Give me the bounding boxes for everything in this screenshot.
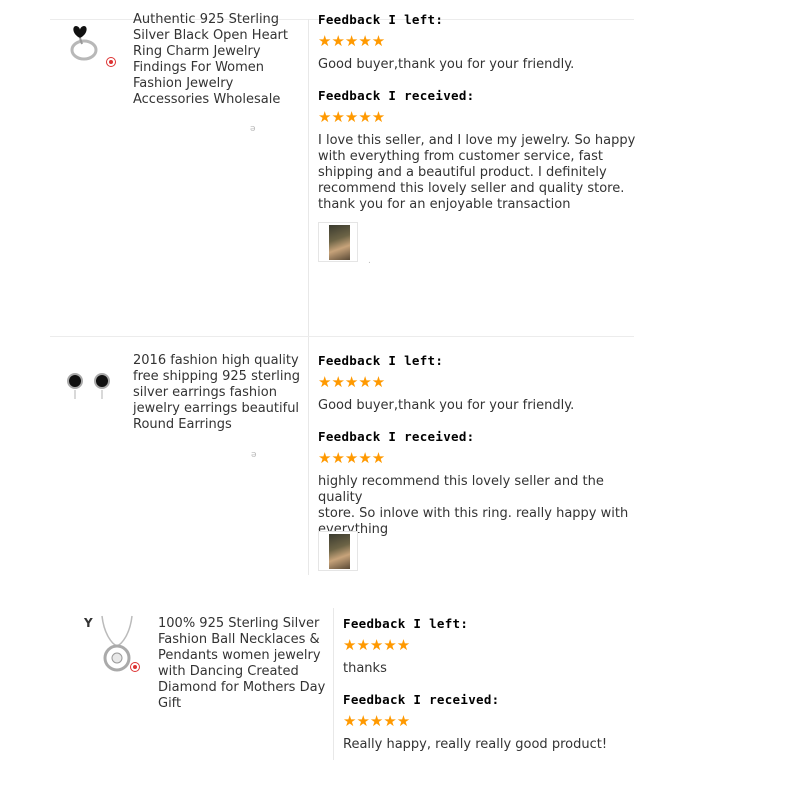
product-thumbnail-ring[interactable] [62, 18, 112, 68]
feedback-received-label: Feedback I received: [318, 88, 475, 103]
buyer-photo-thumbnail[interactable] [318, 222, 358, 262]
product-title[interactable]: 100% 925 Sterling Silver Fashion Ball Ne… [158, 616, 328, 712]
feedback-left-stars: ★★★★★ [343, 636, 411, 654]
feedback-left-text: Good buyer,thank you for your friendly. [318, 398, 575, 413]
feedback-received-stars: ★★★★★ [318, 108, 386, 126]
column-divider [308, 19, 309, 337]
faint-mark: . [368, 256, 371, 266]
product-title[interactable]: Authentic 925 Sterling Silver Black Open… [133, 12, 303, 108]
seller-badge-icon [106, 57, 116, 67]
feedback-item-3: Y 100% 925 Sterling Silver Fashion Ball … [0, 600, 799, 799]
product-thumbnail-earrings[interactable] [62, 357, 112, 407]
buyer-photo-thumbnail[interactable] [318, 531, 358, 571]
feedback-received-text: Really happy, really really good product… [343, 737, 608, 752]
feedback-left-text: Good buyer,thank you for your friendly. [318, 57, 575, 72]
photo-image [329, 534, 350, 569]
column-divider [308, 337, 309, 575]
feedback-received-text: I love this seller, and I love my jewelr… [318, 133, 636, 212]
faint-mark: ə [250, 124, 256, 134]
feedback-received-text: highly recommend this lovely seller and … [318, 474, 629, 537]
feedback-received-stars: ★★★★★ [318, 449, 386, 467]
feedback-item-2: 2016 fashion high quality free shipping … [0, 337, 799, 577]
feedback-left-label: Feedback I left: [318, 12, 444, 27]
feedback-item-1: Authentic 925 Sterling Silver Black Open… [0, 0, 799, 337]
seller-badge-icon [130, 662, 140, 672]
column-divider [333, 608, 334, 760]
feedback-left-text: thanks [343, 661, 387, 676]
feedback-left-stars: ★★★★★ [318, 373, 386, 391]
feedback-received-stars: ★★★★★ [343, 712, 411, 730]
photo-image [329, 225, 350, 260]
product-title[interactable]: 2016 fashion high quality free shipping … [133, 353, 303, 433]
feedback-left-stars: ★★★★★ [318, 32, 386, 50]
feedback-received-label: Feedback I received: [318, 429, 475, 444]
faint-mark: ə [251, 450, 257, 460]
feedback-received-label: Feedback I received: [343, 692, 500, 707]
earrings-icon [67, 373, 110, 399]
ring-icon [70, 26, 98, 61]
feedback-left-label: Feedback I left: [318, 353, 444, 368]
feedback-left-label: Feedback I left: [343, 616, 469, 631]
